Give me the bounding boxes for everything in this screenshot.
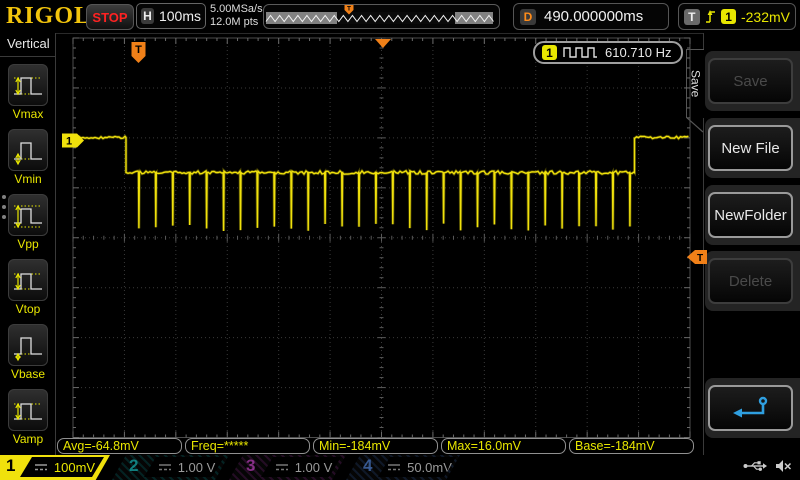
channel-1-number: 1	[6, 456, 15, 476]
delay-label: D	[520, 9, 536, 25]
channel-status-bar: 1 100mV 2 1.00 V 3	[0, 455, 800, 480]
measurement-base: Base=-184mV	[569, 438, 694, 454]
measurement-results-bar: Avg=-64.8mV Freq=***** Min=-184mV Max=16…	[0, 438, 800, 455]
counter-source-badge: 1	[542, 45, 557, 60]
timebase-value: 100ms	[159, 8, 201, 24]
acquisition-info: 5.00MSa/s 12.0M pts	[210, 3, 263, 29]
usb-icon	[743, 459, 767, 473]
vamp-icon	[12, 393, 44, 427]
menu-tab-save: Save	[686, 49, 704, 118]
vertical-measure-menu: Vertical Vmax Vmin Vpp Vtop Vbase Vamp	[0, 33, 56, 456]
channel-4-scale: 50.0mV	[407, 460, 452, 475]
sidebar-item-vbase[interactable]: Vbase	[0, 324, 56, 382]
vmax-label: Vmax	[13, 107, 44, 121]
top-status-bar: RIGOL STOP H 100ms 5.00MSa/s 12.0M pts T…	[0, 0, 800, 34]
measurement-avg: Avg=-64.8mV	[57, 438, 182, 454]
dc-coupling-icon	[35, 463, 48, 472]
run-state-indicator[interactable]: STOP	[86, 4, 134, 30]
new-folder-button[interactable]: NewFolder	[708, 192, 793, 238]
dc-coupling-icon	[159, 463, 172, 472]
sample-rate: 5.00MSa/s	[210, 3, 263, 16]
channel-block-3[interactable]: 3 1.00 V	[229, 455, 346, 480]
sidebar-item-vmax[interactable]: Vmax	[0, 64, 56, 122]
memory-position-bar[interactable]: T	[263, 4, 500, 29]
channel-1-scale: 100mV	[54, 460, 95, 475]
vmax-icon	[12, 68, 44, 102]
dc-coupling-icon	[276, 463, 289, 472]
measurement-freq: Freq=*****	[185, 438, 310, 454]
memory-waveform-thumbnail: T	[264, 5, 497, 27]
measurement-min: Min=-184mV	[313, 438, 438, 454]
waveform-display[interactable]: TT1	[56, 33, 710, 456]
trigger-label: T	[684, 9, 700, 25]
svg-text:T: T	[347, 6, 351, 13]
rigol-logo: RIGOL	[6, 3, 91, 30]
square-wave-icon	[563, 46, 599, 59]
sidebar-item-vmin[interactable]: Vmin	[0, 129, 56, 187]
memory-depth: 12.0M pts	[210, 16, 263, 29]
svg-text:T: T	[135, 44, 142, 56]
channel-4-number: 4	[363, 456, 372, 476]
channel-3-number: 3	[246, 456, 255, 476]
menu-page-dots	[2, 195, 6, 219]
channel-3-scale: 1.00 V	[295, 460, 333, 475]
menu-title: Vertical	[0, 33, 55, 57]
horizontal-delay[interactable]: D 490.000000ms	[513, 3, 669, 30]
return-arrow-icon	[730, 394, 772, 422]
frequency-counter: 1 610.710 Hz	[533, 41, 683, 64]
vmin-label: Vmin	[14, 172, 41, 186]
speaker-muted-icon	[775, 459, 792, 473]
sidebar-item-vpp[interactable]: Vpp	[0, 194, 56, 252]
back-button[interactable]	[708, 385, 793, 431]
channel-block-2[interactable]: 2 1.00 V	[112, 455, 229, 480]
delete-button[interactable]: Delete	[708, 258, 793, 304]
vpp-label: Vpp	[17, 237, 38, 251]
vpp-icon	[12, 198, 44, 232]
channel-block-1[interactable]: 1 100mV	[0, 455, 110, 480]
vmin-icon	[12, 133, 44, 167]
new-file-button[interactable]: New File	[708, 125, 793, 171]
channel-block-4[interactable]: 4 50.0mV	[346, 455, 460, 480]
h-label: H	[141, 8, 154, 24]
trigger-source-badge: 1	[721, 9, 736, 24]
trigger-info[interactable]: T 1 -232mV	[678, 3, 796, 30]
vtop-label: Vtop	[16, 302, 41, 316]
svg-text:1: 1	[66, 136, 72, 148]
counter-value: 610.710 Hz	[605, 45, 672, 60]
dc-coupling-icon	[388, 463, 401, 472]
save-button[interactable]: Save	[708, 58, 793, 104]
vbase-icon	[12, 328, 44, 362]
channel-2-scale: 1.00 V	[178, 460, 216, 475]
vtop-icon	[12, 263, 44, 297]
rising-edge-icon	[705, 8, 717, 25]
oscilloscope-screen: RIGOL STOP H 100ms 5.00MSa/s 12.0M pts T…	[0, 0, 800, 480]
vbase-label: Vbase	[11, 367, 45, 381]
horizontal-timebase[interactable]: H 100ms	[136, 3, 206, 29]
sidebar-item-vtop[interactable]: Vtop	[0, 259, 56, 317]
trigger-level-value: -232mV	[741, 9, 790, 25]
channel-2-number: 2	[129, 456, 138, 476]
run-state-label: STOP	[92, 10, 127, 25]
measurement-max: Max=16.0mV	[441, 438, 566, 454]
delay-value: 490.000000ms	[544, 8, 643, 25]
tab-diagonal	[686, 117, 704, 133]
